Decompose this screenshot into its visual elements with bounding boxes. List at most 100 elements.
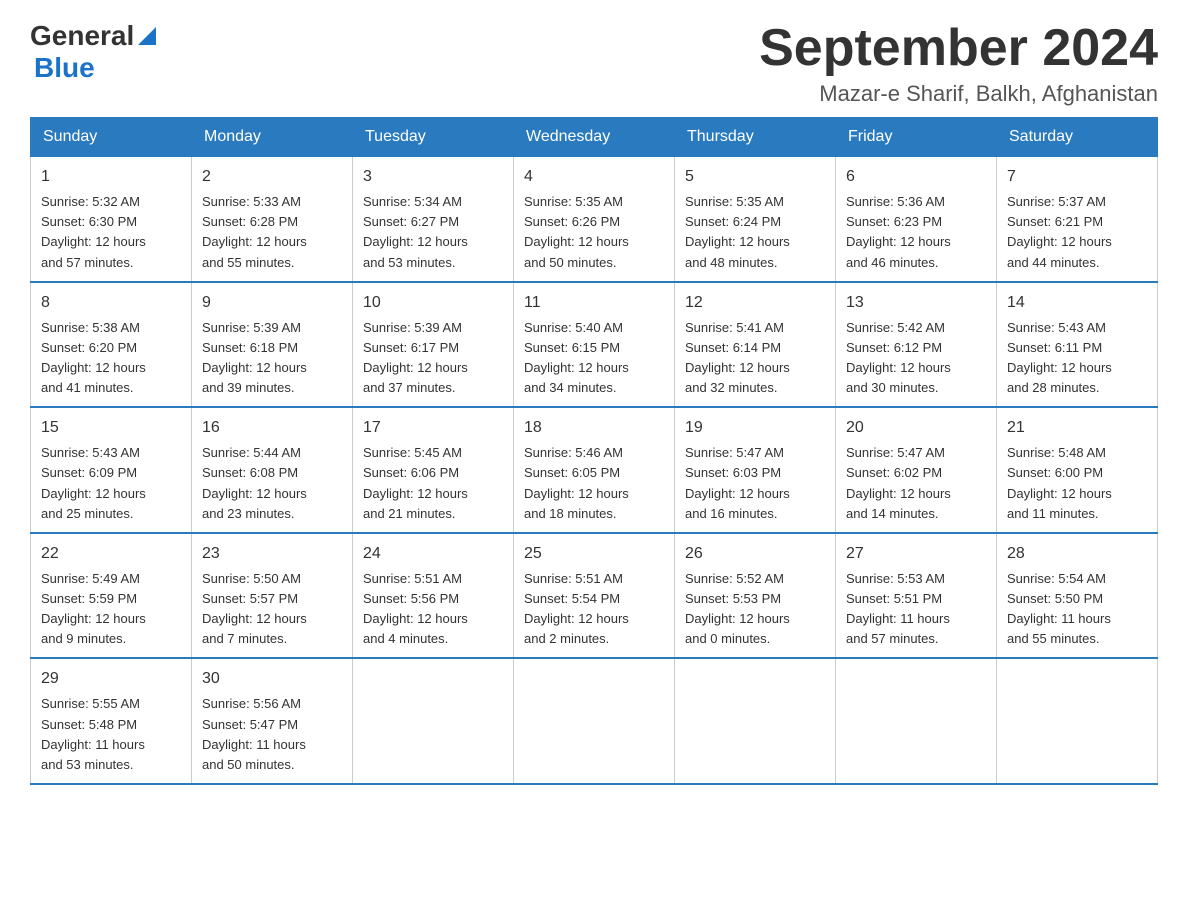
calendar-cell: 16 Sunrise: 5:44 AM Sunset: 6:08 PM Dayli… xyxy=(192,407,353,533)
calendar-cell: 2 Sunrise: 5:33 AM Sunset: 6:28 PM Daylig… xyxy=(192,157,353,282)
day-info: Sunrise: 5:34 AM Sunset: 6:27 PM Dayligh… xyxy=(363,192,503,273)
day-number: 9 xyxy=(202,291,342,315)
calendar-cell: 22 Sunrise: 5:49 AM Sunset: 5:59 PM Dayli… xyxy=(31,533,192,659)
calendar-cell: 7 Sunrise: 5:37 AM Sunset: 6:21 PM Daylig… xyxy=(997,157,1158,282)
calendar-header-row: SundayMondayTuesdayWednesdayThursdayFrid… xyxy=(31,118,1158,157)
day-number: 18 xyxy=(524,416,664,440)
day-number: 7 xyxy=(1007,165,1147,189)
calendar-cell: 3 Sunrise: 5:34 AM Sunset: 6:27 PM Daylig… xyxy=(353,157,514,282)
calendar-cell: 29Sunrise: 5:55 AM Sunset: 5:48 PM Dayli… xyxy=(31,658,192,784)
calendar-cell: 13Sunrise: 5:42 AM Sunset: 6:12 PM Dayli… xyxy=(836,282,997,408)
calendar-week-row: 22 Sunrise: 5:49 AM Sunset: 5:59 PM Dayli… xyxy=(31,533,1158,659)
day-info: Sunrise: 5:47 AM Sunset: 6:03 PM Dayligh… xyxy=(685,443,825,524)
logo-triangle-icon xyxy=(136,25,158,47)
day-number: 22 xyxy=(41,542,181,566)
day-number: 21 xyxy=(1007,416,1147,440)
title-block: September 2024 Mazar-e Sharif, Balkh, Af… xyxy=(759,20,1158,107)
day-info: Sunrise: 5:39 AM Sunset: 6:18 PM Dayligh… xyxy=(202,318,342,399)
calendar-cell: 9 Sunrise: 5:39 AM Sunset: 6:18 PM Daylig… xyxy=(192,282,353,408)
calendar-cell: 14 Sunrise: 5:43 AM Sunset: 6:11 PM Dayli… xyxy=(997,282,1158,408)
day-info: Sunrise: 5:55 AM Sunset: 5:48 PM Dayligh… xyxy=(41,694,181,775)
day-info: Sunrise: 5:38 AM Sunset: 6:20 PM Dayligh… xyxy=(41,318,181,399)
day-info: Sunrise: 5:48 AM Sunset: 6:00 PM Dayligh… xyxy=(1007,443,1147,524)
day-number: 23 xyxy=(202,542,342,566)
calendar-cell: 23 Sunrise: 5:50 AM Sunset: 5:57 PM Dayli… xyxy=(192,533,353,659)
day-info: Sunrise: 5:47 AM Sunset: 6:02 PM Dayligh… xyxy=(846,443,986,524)
day-info: Sunrise: 5:51 AM Sunset: 5:54 PM Dayligh… xyxy=(524,569,664,650)
day-number: 10 xyxy=(363,291,503,315)
day-info: Sunrise: 5:36 AM Sunset: 6:23 PM Dayligh… xyxy=(846,192,986,273)
day-info: Sunrise: 5:54 AM Sunset: 5:50 PM Dayligh… xyxy=(1007,569,1147,650)
day-info: Sunrise: 5:50 AM Sunset: 5:57 PM Dayligh… xyxy=(202,569,342,650)
calendar-cell xyxy=(675,658,836,784)
calendar-cell: 25 Sunrise: 5:51 AM Sunset: 5:54 PM Dayli… xyxy=(514,533,675,659)
day-info: Sunrise: 5:35 AM Sunset: 6:26 PM Dayligh… xyxy=(524,192,664,273)
calendar-cell xyxy=(836,658,997,784)
day-number: 8 xyxy=(41,291,181,315)
day-number: 17 xyxy=(363,416,503,440)
calendar-header-thursday: Thursday xyxy=(675,118,836,157)
location-title: Mazar-e Sharif, Balkh, Afghanistan xyxy=(759,81,1158,107)
page-header: General Blue September 2024 Mazar-e Shar… xyxy=(30,20,1158,107)
month-title: September 2024 xyxy=(759,20,1158,77)
day-number: 24 xyxy=(363,542,503,566)
day-info: Sunrise: 5:56 AM Sunset: 5:47 PM Dayligh… xyxy=(202,694,342,775)
calendar-cell xyxy=(353,658,514,784)
calendar-cell: 30Sunrise: 5:56 AM Sunset: 5:47 PM Dayli… xyxy=(192,658,353,784)
day-info: Sunrise: 5:32 AM Sunset: 6:30 PM Dayligh… xyxy=(41,192,181,273)
calendar-week-row: 15Sunrise: 5:43 AM Sunset: 6:09 PM Dayli… xyxy=(31,407,1158,533)
day-info: Sunrise: 5:33 AM Sunset: 6:28 PM Dayligh… xyxy=(202,192,342,273)
calendar-header-sunday: Sunday xyxy=(31,118,192,157)
calendar-cell: 11 Sunrise: 5:40 AM Sunset: 6:15 PM Dayli… xyxy=(514,282,675,408)
calendar-cell: 1 Sunrise: 5:32 AM Sunset: 6:30 PM Daylig… xyxy=(31,157,192,282)
day-number: 20 xyxy=(846,416,986,440)
calendar-cell: 5 Sunrise: 5:35 AM Sunset: 6:24 PM Daylig… xyxy=(675,157,836,282)
logo-general-text: General xyxy=(30,20,134,52)
day-number: 2 xyxy=(202,165,342,189)
calendar-cell: 26Sunrise: 5:52 AM Sunset: 5:53 PM Dayli… xyxy=(675,533,836,659)
day-number: 27 xyxy=(846,542,986,566)
day-number: 14 xyxy=(1007,291,1147,315)
day-info: Sunrise: 5:37 AM Sunset: 6:21 PM Dayligh… xyxy=(1007,192,1147,273)
day-info: Sunrise: 5:45 AM Sunset: 6:06 PM Dayligh… xyxy=(363,443,503,524)
day-info: Sunrise: 5:35 AM Sunset: 6:24 PM Dayligh… xyxy=(685,192,825,273)
day-number: 15 xyxy=(41,416,181,440)
calendar-cell: 24 Sunrise: 5:51 AM Sunset: 5:56 PM Dayli… xyxy=(353,533,514,659)
calendar-cell: 8 Sunrise: 5:38 AM Sunset: 6:20 PM Daylig… xyxy=(31,282,192,408)
day-number: 5 xyxy=(685,165,825,189)
calendar-cell: 6 Sunrise: 5:36 AM Sunset: 6:23 PM Daylig… xyxy=(836,157,997,282)
day-number: 4 xyxy=(524,165,664,189)
day-info: Sunrise: 5:43 AM Sunset: 6:11 PM Dayligh… xyxy=(1007,318,1147,399)
calendar-cell: 18 Sunrise: 5:46 AM Sunset: 6:05 PM Dayli… xyxy=(514,407,675,533)
calendar-header-monday: Monday xyxy=(192,118,353,157)
day-number: 3 xyxy=(363,165,503,189)
day-info: Sunrise: 5:51 AM Sunset: 5:56 PM Dayligh… xyxy=(363,569,503,650)
day-info: Sunrise: 5:46 AM Sunset: 6:05 PM Dayligh… xyxy=(524,443,664,524)
day-info: Sunrise: 5:42 AM Sunset: 6:12 PM Dayligh… xyxy=(846,318,986,399)
calendar-cell: 12Sunrise: 5:41 AM Sunset: 6:14 PM Dayli… xyxy=(675,282,836,408)
calendar-header-saturday: Saturday xyxy=(997,118,1158,157)
calendar-cell: 19Sunrise: 5:47 AM Sunset: 6:03 PM Dayli… xyxy=(675,407,836,533)
day-number: 6 xyxy=(846,165,986,189)
day-info: Sunrise: 5:53 AM Sunset: 5:51 PM Dayligh… xyxy=(846,569,986,650)
day-number: 1 xyxy=(41,165,181,189)
day-info: Sunrise: 5:49 AM Sunset: 5:59 PM Dayligh… xyxy=(41,569,181,650)
logo-blue-text: Blue xyxy=(34,52,95,83)
calendar-week-row: 1 Sunrise: 5:32 AM Sunset: 6:30 PM Daylig… xyxy=(31,157,1158,282)
calendar-header-friday: Friday xyxy=(836,118,997,157)
day-number: 16 xyxy=(202,416,342,440)
day-number: 28 xyxy=(1007,542,1147,566)
calendar-header-tuesday: Tuesday xyxy=(353,118,514,157)
day-number: 25 xyxy=(524,542,664,566)
day-info: Sunrise: 5:40 AM Sunset: 6:15 PM Dayligh… xyxy=(524,318,664,399)
calendar-cell xyxy=(514,658,675,784)
day-number: 12 xyxy=(685,291,825,315)
day-info: Sunrise: 5:44 AM Sunset: 6:08 PM Dayligh… xyxy=(202,443,342,524)
calendar-cell: 15Sunrise: 5:43 AM Sunset: 6:09 PM Dayli… xyxy=(31,407,192,533)
calendar-cell: 4 Sunrise: 5:35 AM Sunset: 6:26 PM Daylig… xyxy=(514,157,675,282)
day-number: 11 xyxy=(524,291,664,315)
calendar-week-row: 29Sunrise: 5:55 AM Sunset: 5:48 PM Dayli… xyxy=(31,658,1158,784)
calendar-cell: 28 Sunrise: 5:54 AM Sunset: 5:50 PM Dayli… xyxy=(997,533,1158,659)
calendar-cell: 17 Sunrise: 5:45 AM Sunset: 6:06 PM Dayli… xyxy=(353,407,514,533)
calendar-cell: 20 Sunrise: 5:47 AM Sunset: 6:02 PM Dayli… xyxy=(836,407,997,533)
